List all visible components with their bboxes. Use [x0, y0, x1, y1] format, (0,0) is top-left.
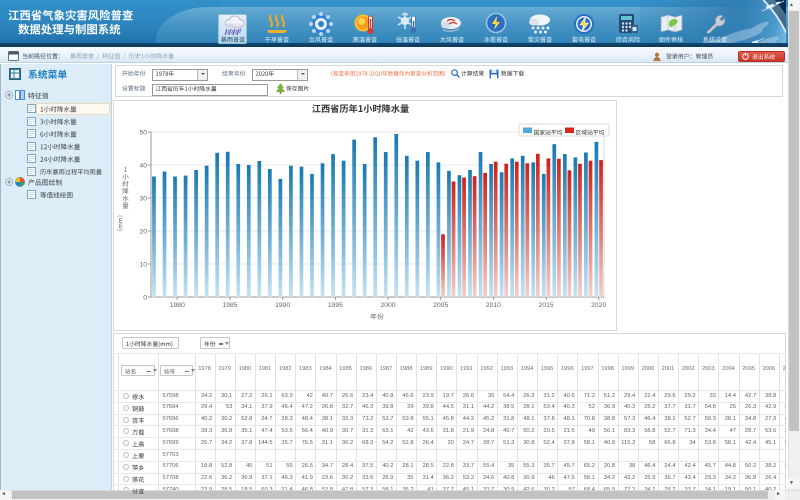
- svg-text:50: 50: [139, 129, 147, 136]
- svg-text:1980: 1980: [169, 302, 184, 309]
- svg-text:0: 0: [143, 294, 147, 301]
- svg-text:1985: 1985: [222, 302, 237, 309]
- svg-text:2010: 2010: [485, 302, 500, 309]
- svg-text:40: 40: [139, 162, 147, 169]
- svg-text:2020: 2020: [591, 302, 606, 309]
- svg-text:1990: 1990: [275, 302, 290, 309]
- svg-text:2005: 2005: [433, 302, 448, 309]
- svg-text:30: 30: [139, 195, 147, 202]
- svg-text:2000: 2000: [380, 302, 395, 309]
- svg-text:1995: 1995: [327, 302, 342, 309]
- svg-text:10: 10: [139, 261, 147, 268]
- svg-text:20: 20: [139, 228, 147, 235]
- svg-text:2015: 2015: [538, 302, 553, 309]
